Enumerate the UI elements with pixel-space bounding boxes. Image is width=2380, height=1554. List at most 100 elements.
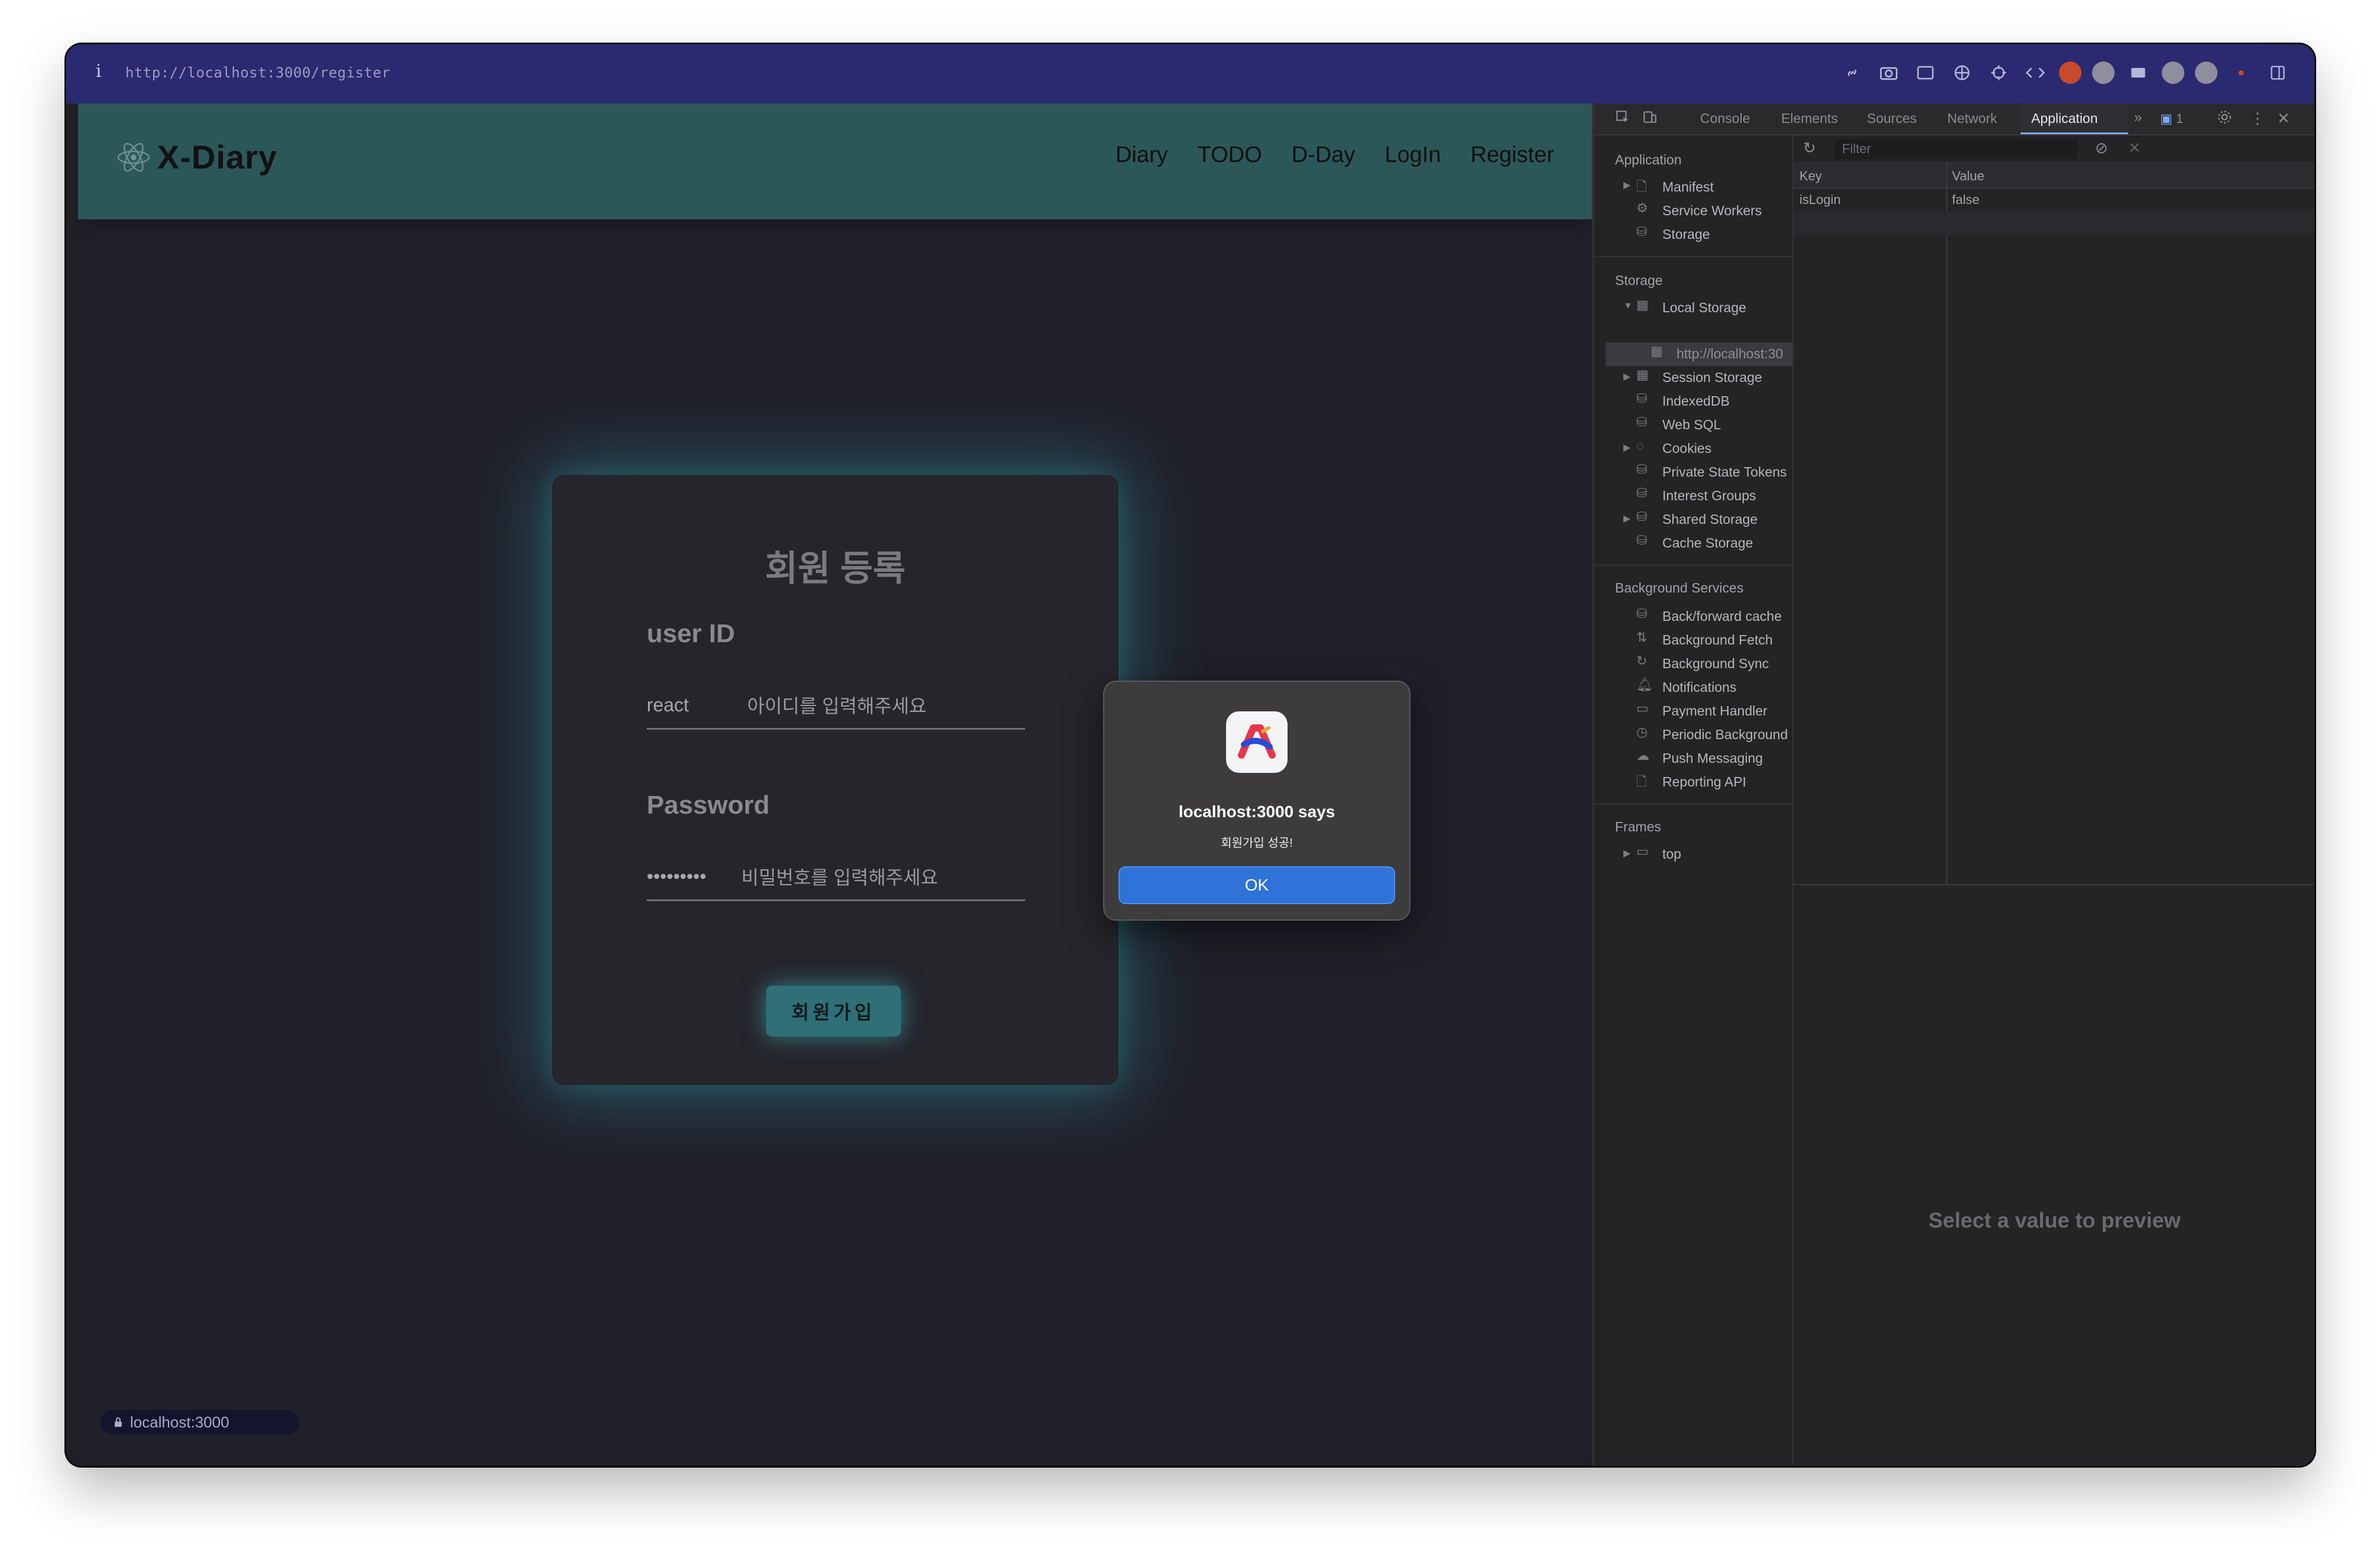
clock-icon: ◷ — [1636, 724, 1648, 739]
sidebar-item-push-messaging[interactable]: Push Messaging — [1662, 750, 1763, 766]
key-column — [1794, 163, 1947, 885]
sidebar-item-notifications[interactable]: Notifications — [1662, 679, 1736, 695]
clear-all-icon[interactable]: ⊘ — [2095, 139, 2108, 157]
expand-arrow-icon[interactable]: ▶ — [1623, 179, 1630, 191]
tab-console[interactable]: Console — [1700, 111, 1750, 127]
extension-check-icon[interactable] — [2162, 61, 2184, 84]
sidebar-item-manifest[interactable]: Manifest — [1662, 179, 1714, 195]
register-submit-button[interactable]: 회원가입 — [766, 986, 901, 1037]
sidebar-item-indexeddb[interactable]: IndexedDB — [1662, 393, 1730, 409]
sidebar-item-cookies[interactable]: Cookies — [1662, 441, 1711, 457]
settings-gear-icon[interactable] — [2217, 109, 2232, 129]
sidebar-item-interest-groups[interactable]: Interest Groups — [1662, 488, 1756, 504]
tab-sources[interactable]: Sources — [1867, 111, 1917, 127]
link-icon[interactable] — [1839, 60, 1865, 86]
ublock-icon[interactable]: ● — [2228, 60, 2254, 86]
table-icon: ▦ — [1636, 367, 1649, 382]
collapse-arrow-icon[interactable]: ▼ — [1623, 301, 1633, 312]
sidebar-item-cache-storage[interactable]: Cache Storage — [1662, 535, 1753, 551]
expand-arrow-icon[interactable]: ▶ — [1623, 442, 1630, 454]
divider — [1594, 565, 1792, 566]
cookie-icon: ◌ — [1636, 438, 1645, 453]
react-logo-icon — [117, 143, 150, 171]
sidebar-item-payment-handler[interactable]: Payment Handler — [1662, 703, 1768, 719]
expand-arrow-icon[interactable]: ▶ — [1623, 513, 1630, 525]
sidebar-item-web-sql[interactable]: Web SQL — [1662, 417, 1721, 433]
divider — [1594, 804, 1792, 805]
database-icon: ⛁ — [1636, 224, 1648, 239]
cloud-icon: ☁ — [1636, 748, 1649, 763]
app-navbar: X-Diary Diary TODO D-Day LogIn Register — [78, 103, 1592, 219]
nav-link-dday[interactable]: D-Day — [1292, 143, 1356, 168]
database-icon: ⛁ — [1636, 533, 1648, 548]
sidebar-item-private-state-tokens[interactable]: Private State Tokens — [1662, 464, 1787, 480]
sidebar-item-background-fetch[interactable]: Background Fetch — [1662, 632, 1773, 648]
nav-link-register[interactable]: Register — [1471, 143, 1555, 168]
filter-input[interactable]: Filter — [1835, 139, 2077, 159]
sidebar-item-local-storage[interactable]: Local Storage — [1662, 300, 1746, 316]
column-header-value[interactable]: Value — [1952, 169, 1985, 184]
sidebar-item-session-storage[interactable]: Session Storage — [1662, 370, 1762, 386]
sidebar-toggle-icon[interactable] — [2265, 60, 2291, 86]
camera-icon[interactable] — [1876, 60, 1902, 86]
crosshair-icon[interactable] — [1986, 60, 2012, 86]
refresh-icon[interactable]: ↻ — [1803, 139, 1816, 157]
extension-card-icon[interactable] — [2125, 60, 2151, 86]
sidebar-item-storage[interactable]: Storage — [1662, 226, 1710, 242]
nav-link-login[interactable]: LogIn — [1384, 143, 1441, 168]
table-row[interactable]: isLogin false — [1794, 187, 2314, 211]
database-icon: ⛁ — [1636, 606, 1648, 621]
issues-badge[interactable]: ▣ 1 — [2160, 111, 2183, 127]
dialog-message: 회원가입 성공! — [1221, 837, 1293, 850]
brand[interactable]: X-Diary — [116, 138, 277, 176]
close-devtools-icon[interactable]: ✕ — [2277, 109, 2290, 128]
sidebar-item-service-workers[interactable]: Service Workers — [1662, 203, 1762, 219]
extension-arrow-icon[interactable] — [2195, 61, 2217, 84]
inspect-element-icon[interactable] — [1615, 109, 1630, 129]
terminal-icon[interactable] — [1912, 60, 1938, 86]
globe-icon[interactable] — [1949, 60, 1975, 86]
table-bottom-border — [1794, 884, 2314, 885]
kebab-menu-icon[interactable]: ⋮ — [2250, 109, 2265, 128]
sidebar-item-bfcache[interactable]: Back/forward cache — [1662, 608, 1782, 624]
more-tabs-icon[interactable]: » — [2134, 109, 2142, 126]
password-field[interactable]: ••••••••• 비밀번호를 입력해주세요 — [647, 853, 1025, 901]
dialog-title: localhost:3000 says — [1178, 802, 1335, 821]
password-value[interactable]: ••••••••• — [647, 866, 729, 888]
section-storage: Storage — [1615, 273, 1663, 288]
section-background-services: Background Services — [1615, 580, 1744, 595]
address-bar[interactable]: http://localhost:3000/register — [125, 64, 390, 81]
sidebar-item-reporting-api[interactable]: Reporting API — [1662, 774, 1746, 790]
delete-selected-icon[interactable]: ✕ — [2128, 139, 2141, 157]
dialog-ok-button[interactable]: OK — [1118, 866, 1395, 904]
tab-network[interactable]: Network — [1947, 111, 1997, 127]
sidebar-item-frame-top[interactable]: top — [1662, 846, 1681, 862]
info-icon[interactable]: i — [96, 61, 102, 82]
file-icon: 🗋 — [1636, 774, 1647, 789]
expand-arrow-icon[interactable]: ▶ — [1623, 847, 1630, 859]
register-card: 회원 등록 user ID react 아이디를 입력해주세요 Password… — [552, 475, 1118, 1085]
tab-application[interactable]: Application — [2031, 111, 2098, 127]
sidebar-item-background-sync[interactable]: Background Sync — [1662, 656, 1769, 672]
arrows-updown-icon: ⇅ — [1636, 630, 1648, 645]
extension-shield-icon[interactable] — [2059, 61, 2081, 84]
row-key[interactable]: isLogin — [1799, 192, 1841, 208]
userid-field[interactable]: react 아이디를 입력해주세요 — [647, 682, 1025, 730]
tab-elements[interactable]: Elements — [1781, 111, 1838, 127]
database-icon: ⛁ — [1636, 509, 1648, 524]
issues-icon: ▣ — [2160, 111, 2173, 126]
extension-mask-icon[interactable] — [2092, 61, 2115, 84]
nav-link-todo[interactable]: TODO — [1198, 143, 1262, 168]
code-icon[interactable] — [2022, 60, 2048, 86]
row-value[interactable]: false — [1952, 192, 1979, 208]
sidebar-item-shared-storage[interactable]: Shared Storage — [1662, 511, 1758, 527]
database-icon: ⛁ — [1636, 485, 1648, 500]
section-frames: Frames — [1615, 819, 1661, 834]
nav-link-diary[interactable]: Diary — [1116, 143, 1168, 168]
status-bar-url: localhost:3000 — [100, 1410, 299, 1435]
userid-value[interactable]: react — [647, 694, 729, 716]
sidebar-item-periodic-background[interactable]: Periodic Background — [1662, 727, 1788, 743]
expand-arrow-icon[interactable]: ▶ — [1623, 371, 1630, 383]
sidebar-item-localhost-origin[interactable]: http://localhost:30 — [1677, 346, 1783, 362]
device-toolbar-icon[interactable] — [1642, 109, 1658, 129]
